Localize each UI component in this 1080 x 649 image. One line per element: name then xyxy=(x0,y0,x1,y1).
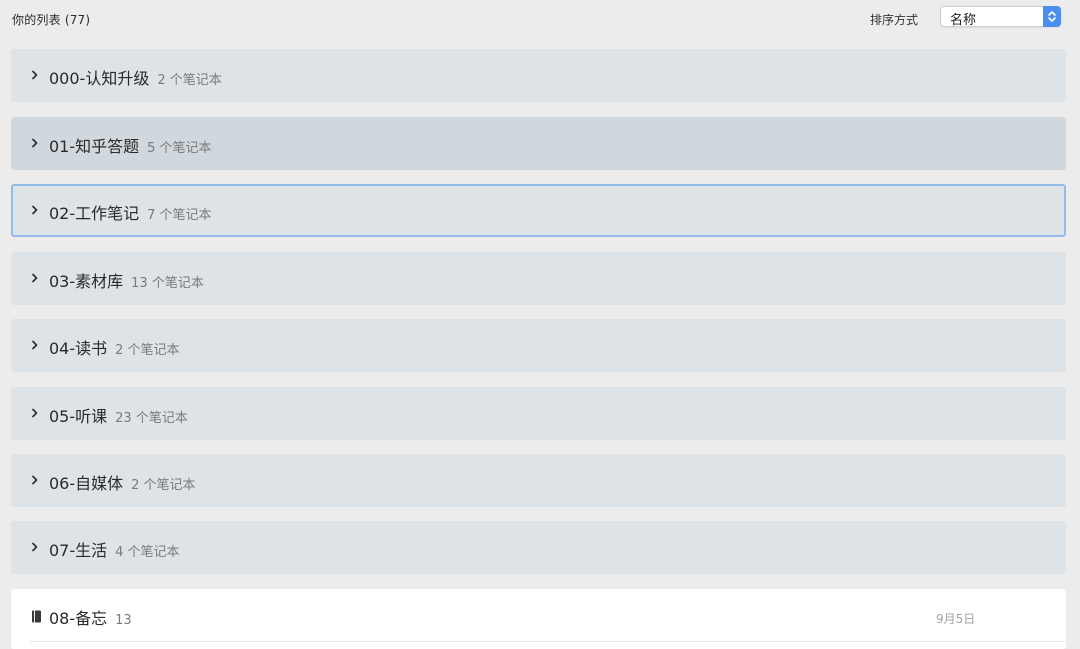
stack-name: 02-工作笔记 xyxy=(49,204,140,223)
chevron-right-icon[interactable] xyxy=(30,474,40,486)
stack-name: 06-自媒体 xyxy=(49,474,124,493)
notebook-icon xyxy=(32,610,41,623)
stack-row-2[interactable]: 02-工作笔记 7 个笔记本 xyxy=(11,184,1066,237)
sort-selected-value: 名称 xyxy=(950,13,977,28)
notebook-name: 08-备忘 xyxy=(49,609,108,628)
notebook-date: 9月5日 xyxy=(936,612,976,626)
stack-name: 03-素材库 xyxy=(49,272,124,291)
stack-name: 04-读书 xyxy=(49,339,108,358)
stack-row-5[interactable]: 05-听课 23 个笔记本 xyxy=(11,387,1066,440)
stack-count: 23 个笔记本 xyxy=(115,411,188,426)
stack-name: 000-认知升级 xyxy=(49,69,150,88)
stack-row-4[interactable]: 04-读书 2 个笔记本 xyxy=(11,319,1066,372)
stack-name: 05-听课 xyxy=(49,407,108,426)
sort-select[interactable]: 名称 xyxy=(940,6,1061,28)
stack-count: 4 个笔记本 xyxy=(115,545,180,560)
stack-count: 2 个笔记本 xyxy=(131,478,196,493)
row-divider xyxy=(30,641,1066,642)
chevron-right-icon[interactable] xyxy=(30,204,40,216)
chevron-right-icon[interactable] xyxy=(30,272,40,284)
stack-count: 7 个笔记本 xyxy=(147,208,212,223)
stack-row-1[interactable]: 01-知乎答题 5 个笔记本 xyxy=(11,117,1066,170)
stack-name: 07-生活 xyxy=(49,541,108,560)
stack-count: 13 个笔记本 xyxy=(131,276,204,291)
list-header: 你的列表 (77) 排序方式 名称 xyxy=(0,0,1080,36)
stack-count: 5 个笔记本 xyxy=(147,141,212,156)
list-title: 你的列表 (77) xyxy=(12,13,91,27)
up-down-chevron-icon[interactable] xyxy=(1043,6,1061,27)
stack-name: 01-知乎答题 xyxy=(49,137,140,156)
sort-label: 排序方式 xyxy=(870,13,919,27)
chevron-right-icon[interactable] xyxy=(30,69,40,81)
notebook-count: 13 xyxy=(115,613,132,628)
notebook-row[interactable]: 08-备忘 13 9月5日 xyxy=(11,589,1066,649)
chevron-right-icon[interactable] xyxy=(30,137,40,149)
stack-row-0[interactable]: 000-认知升级 2 个笔记本 xyxy=(11,49,1066,102)
chevron-right-icon[interactable] xyxy=(30,339,40,351)
chevron-right-icon[interactable] xyxy=(30,407,40,419)
stack-count: 2 个笔记本 xyxy=(115,343,180,358)
chevron-right-icon[interactable] xyxy=(30,541,40,553)
stack-row-3[interactable]: 03-素材库 13 个笔记本 xyxy=(11,252,1066,305)
stack-row-6[interactable]: 06-自媒体 2 个笔记本 xyxy=(11,454,1066,507)
stack-count: 2 个笔记本 xyxy=(157,73,222,88)
stack-row-7[interactable]: 07-生活 4 个笔记本 xyxy=(11,521,1066,574)
